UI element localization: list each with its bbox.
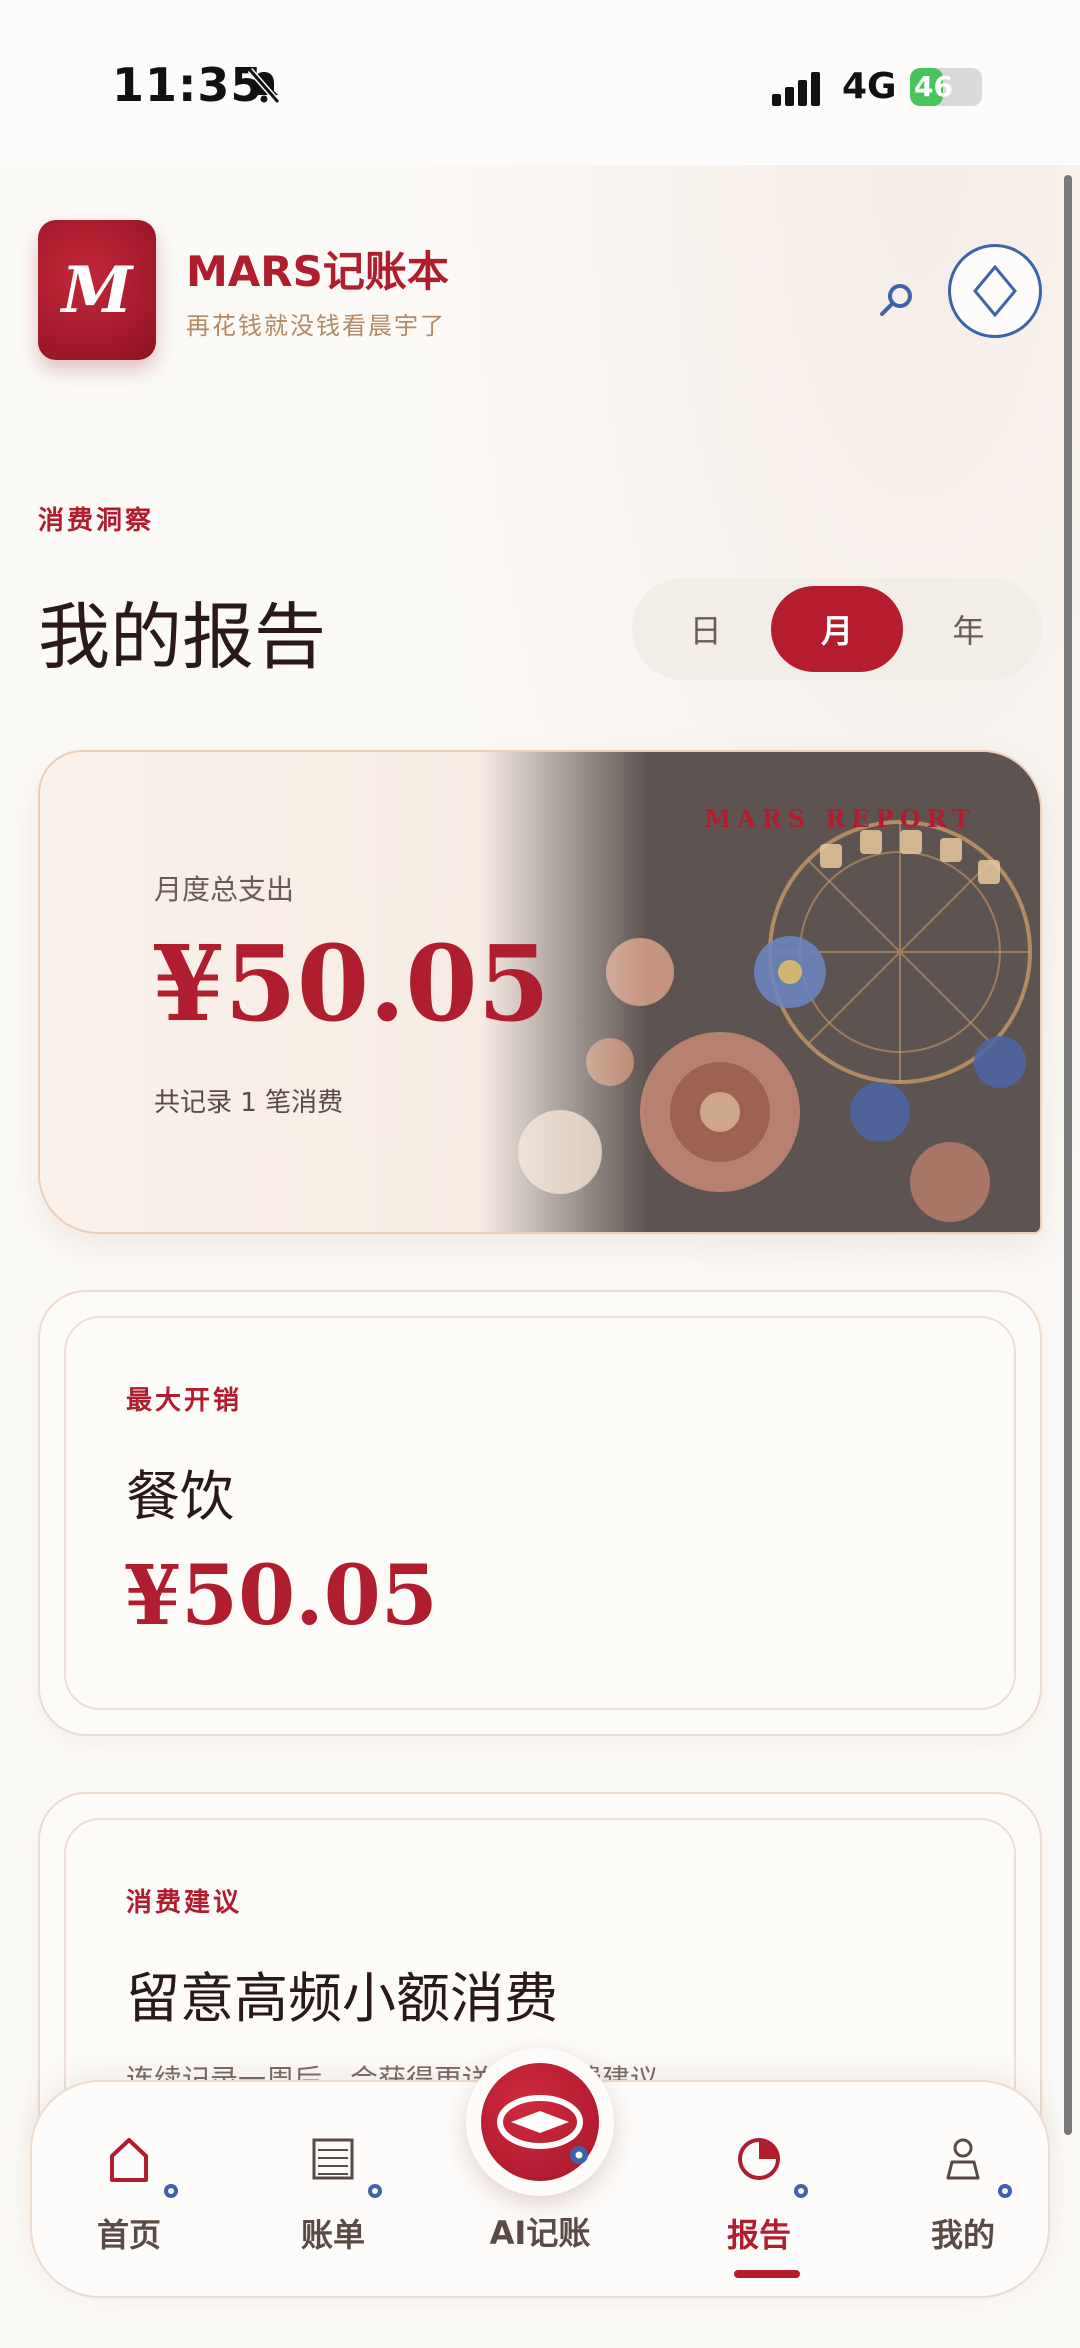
app-logo: M — [38, 220, 156, 360]
network-type: 4G — [842, 66, 897, 107]
flower-badge-icon — [164, 2184, 178, 2198]
diamond-icon — [973, 265, 1017, 317]
bell-muted-icon — [247, 68, 281, 104]
period-selector: 日 月 年 — [632, 578, 1042, 680]
page-title: 我的报告 — [38, 595, 327, 679]
top-expense-card: 最大开销 餐饮 ¥50.05 — [38, 1290, 1042, 1736]
flower-badge-icon — [998, 2184, 1012, 2198]
tab-home[interactable]: 首页 — [44, 2082, 214, 2300]
ai-record-label[interactable]: AI记账 — [466, 2208, 614, 2254]
top-expense-category: 餐饮 — [126, 1465, 234, 1528]
flower-badge-icon — [794, 2184, 808, 2198]
status-time: 11:35 — [112, 58, 264, 112]
top-expense-label: 最大开销 — [126, 1386, 243, 1416]
period-tab-month[interactable]: 月 — [771, 586, 903, 672]
profile-icon — [946, 2138, 980, 2180]
signal-icon — [772, 72, 820, 106]
app-subtitle: 再花钱就没钱看晨宇了 — [186, 312, 446, 340]
ai-icon — [497, 2095, 588, 2164]
section-label: 消费洞察 — [38, 506, 155, 536]
search-icon[interactable] — [876, 280, 916, 320]
chart-icon — [738, 2138, 780, 2180]
suggestion-title: 留意高频小额消费 — [126, 1967, 558, 2030]
period-tab-year[interactable]: 年 — [903, 586, 1034, 672]
record-count-note: 共记录 1 笔消费 — [154, 1088, 344, 1118]
battery-indicator: 46 — [910, 68, 982, 106]
suggestion-label: 消费建议 — [126, 1888, 243, 1918]
report-brand-text: MARS REPORT — [704, 804, 976, 833]
period-tab-day[interactable]: 日 — [640, 586, 771, 672]
home-icon — [110, 2138, 148, 2182]
tab-profile[interactable]: 我的 — [878, 2082, 1048, 2300]
app-title: MARS记账本 — [186, 247, 449, 296]
list-icon — [312, 2138, 354, 2180]
monthly-total-label: 月度总支出 — [154, 873, 295, 906]
status-bar: 11:35 4G 46 — [0, 0, 1080, 165]
tab-bills[interactable]: 账单 — [248, 2082, 418, 2300]
tab-report[interactable]: 报告 — [674, 2082, 844, 2300]
monthly-total-amount: ¥50.05 — [152, 922, 551, 1045]
ai-record-button[interactable] — [466, 2048, 614, 2196]
monthly-summary-card: MARS REPORT 月度总支出 ¥50.05 共记录 1 笔消费 — [38, 750, 1042, 1234]
flower-badge-icon — [368, 2184, 382, 2198]
top-expense-amount: ¥50.05 — [124, 1548, 438, 1644]
active-tab-indicator — [734, 2270, 800, 2278]
premium-button[interactable] — [948, 244, 1042, 338]
scrollbar[interactable] — [1064, 175, 1072, 2135]
